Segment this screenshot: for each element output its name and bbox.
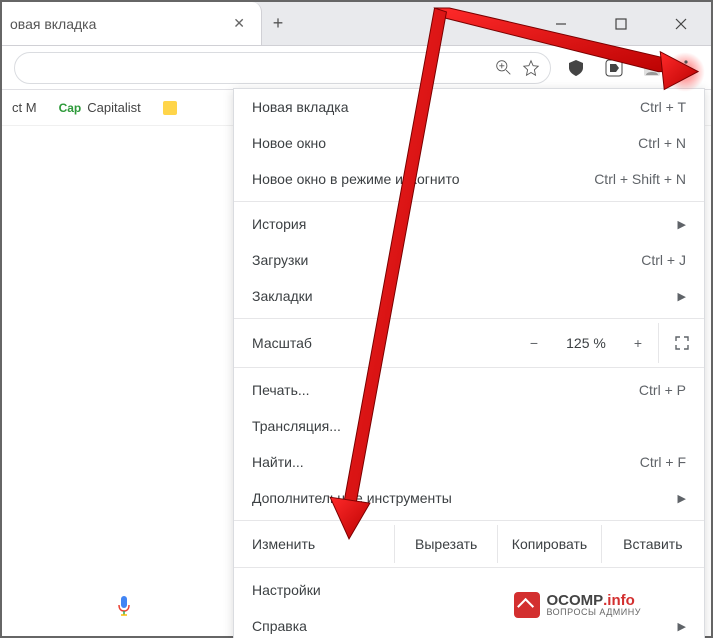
menu-new-window[interactable]: Новое окно Ctrl + N bbox=[234, 125, 704, 161]
close-window-button[interactable] bbox=[651, 2, 711, 45]
cut-button[interactable]: Вырезать bbox=[394, 525, 497, 563]
extension-icons bbox=[551, 57, 663, 79]
menu-bookmarks[interactable]: Закладки ▶ bbox=[234, 278, 704, 314]
bookmark-item[interactable] bbox=[163, 101, 177, 115]
more-menu-button[interactable] bbox=[673, 55, 699, 81]
cap-icon: Cap bbox=[59, 101, 82, 115]
bookmark-item[interactable]: ct M bbox=[12, 100, 37, 115]
watermark: OCOMP.info ВОПРОСЫ АДМИНУ bbox=[508, 588, 651, 622]
menu-separator bbox=[234, 367, 704, 368]
tag-extension-icon[interactable] bbox=[603, 57, 625, 79]
shield-extension-icon[interactable] bbox=[565, 57, 587, 79]
folder-icon bbox=[163, 101, 177, 115]
menu-find[interactable]: Найти... Ctrl + F bbox=[234, 444, 704, 480]
chevron-right-icon: ▶ bbox=[678, 218, 686, 231]
new-tab-button[interactable]: + bbox=[262, 2, 294, 45]
menu-history[interactable]: История ▶ bbox=[234, 206, 704, 242]
tab-title: овая вкладка bbox=[10, 16, 219, 32]
menu-new-incognito[interactable]: Новое окно в режиме инкогнито Ctrl + Shi… bbox=[234, 161, 704, 197]
menu-separator bbox=[234, 567, 704, 568]
minimize-button[interactable] bbox=[531, 2, 591, 45]
window-controls bbox=[531, 2, 711, 45]
main-menu: Новая вкладка Ctrl + T Новое окно Ctrl +… bbox=[233, 88, 705, 638]
menu-separator bbox=[234, 201, 704, 202]
menu-more-tools[interactable]: Дополнительные инструменты ▶ bbox=[234, 480, 704, 516]
chevron-right-icon: ▶ bbox=[678, 290, 686, 303]
menu-edit-row: Изменить Вырезать Копировать Вставить bbox=[234, 525, 704, 563]
titlebar: овая вкладка ✕ + bbox=[2, 2, 711, 46]
omnibox[interactable] bbox=[14, 52, 551, 84]
bookmark-label: Capitalist bbox=[87, 100, 140, 115]
menu-cast[interactable]: Трансляция... bbox=[234, 408, 704, 444]
paste-button[interactable]: Вставить bbox=[601, 525, 704, 563]
watermark-title: OCOMP.info bbox=[546, 593, 641, 608]
zoom-in-button[interactable]: + bbox=[618, 335, 658, 351]
tab-current[interactable]: овая вкладка ✕ bbox=[2, 2, 262, 45]
bookmark-label: ct M bbox=[12, 100, 37, 115]
watermark-subtitle: ВОПРОСЫ АДМИНУ bbox=[546, 608, 641, 617]
chevron-right-icon: ▶ bbox=[678, 492, 686, 505]
menu-separator bbox=[234, 520, 704, 521]
close-icon[interactable]: ✕ bbox=[229, 13, 249, 34]
bookmark-star-icon[interactable] bbox=[522, 59, 540, 77]
watermark-logo-icon bbox=[514, 592, 540, 618]
menu-downloads[interactable]: Загрузки Ctrl + J bbox=[234, 242, 704, 278]
zoom-out-button[interactable]: − bbox=[514, 335, 554, 351]
chevron-right-icon: ▶ bbox=[678, 620, 686, 633]
zoom-value: 125 % bbox=[554, 335, 618, 351]
toolbar bbox=[2, 46, 711, 90]
profile-extension-icon[interactable] bbox=[641, 57, 663, 79]
menu-new-tab[interactable]: Новая вкладка Ctrl + T bbox=[234, 89, 704, 125]
menu-separator bbox=[234, 318, 704, 319]
menu-print[interactable]: Печать... Ctrl + P bbox=[234, 372, 704, 408]
browser-window: овая вкладка ✕ + bbox=[0, 0, 713, 638]
bookmark-item[interactable]: Cap Capitalist bbox=[59, 100, 141, 115]
microphone-icon bbox=[116, 595, 132, 617]
zoom-indicator-icon[interactable] bbox=[494, 59, 512, 77]
menu-zoom: Масштаб − 125 % + bbox=[234, 323, 704, 363]
voice-search[interactable] bbox=[12, 586, 172, 626]
maximize-button[interactable] bbox=[591, 2, 651, 45]
copy-button[interactable]: Копировать bbox=[497, 525, 600, 563]
fullscreen-button[interactable] bbox=[658, 323, 704, 363]
